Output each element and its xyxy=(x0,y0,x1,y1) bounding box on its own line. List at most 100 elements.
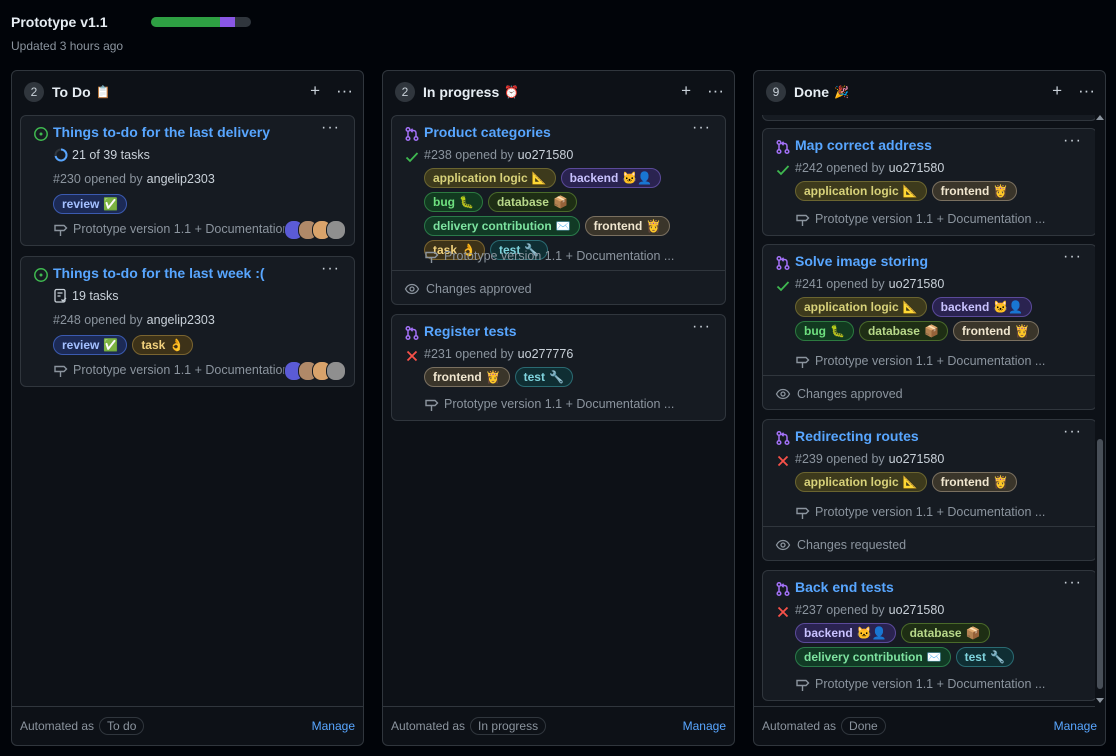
project-card[interactable]: Product categories ··· #238 opened by uo271… xyxy=(391,115,726,305)
milestone-icon xyxy=(796,507,810,519)
card-title-link[interactable]: Product categories xyxy=(424,124,551,140)
card-menu-icon[interactable]: ··· xyxy=(321,260,340,278)
author-link[interactable]: angelip2303 xyxy=(147,172,215,186)
author-link[interactable]: uo271580 xyxy=(518,148,574,162)
milestone-link[interactable]: Prototype version 1.1 + Documentation ..… xyxy=(424,248,674,264)
project-card[interactable]: Solve image storing ··· #241 opened by uo27… xyxy=(762,244,1097,410)
label-frontend[interactable]: frontend 👸 xyxy=(584,216,671,236)
label-review[interactable]: review ✅ xyxy=(53,335,128,355)
project-card[interactable]: Things to-do for the last week :(··· 19 t… xyxy=(20,256,355,387)
label-application-logic[interactable]: application logic 📐 xyxy=(795,472,927,492)
card-title-link[interactable]: Things to-do for the last delivery xyxy=(53,124,270,140)
author-link[interactable]: uo271580 xyxy=(889,452,945,466)
label-test[interactable]: test 🔧 xyxy=(514,367,573,387)
milestone-link[interactable]: Prototype version 1.1 + Documentation ..… xyxy=(795,353,1045,369)
column-footer: Automated as Done Manage xyxy=(754,706,1105,745)
milestone-link[interactable]: Prototype version 1.1 + Documentation ..… xyxy=(795,504,1045,520)
label-emoji: 👸 xyxy=(1014,324,1030,338)
milestone-link[interactable]: Prototype version 1.1 + Documentation xyxy=(53,221,289,237)
card-title-link[interactable]: Solve image storing xyxy=(795,253,928,269)
label-text: backend xyxy=(940,300,990,314)
author-link[interactable]: uo271580 xyxy=(889,161,945,175)
more-options-icon[interactable]: ··· xyxy=(707,82,724,100)
label-emoji: 👸 xyxy=(993,475,1009,489)
column-scrollbar[interactable] xyxy=(1095,111,1105,707)
opened-by: #239 opened by uo271580 xyxy=(795,452,944,466)
author-link[interactable]: uo271580 xyxy=(889,277,945,291)
label-review[interactable]: review ✅ xyxy=(53,194,128,214)
scroll-down-arrow[interactable] xyxy=(1096,698,1104,703)
author-link[interactable]: angelip2303 xyxy=(147,313,215,327)
label-database[interactable]: database 📦 xyxy=(487,192,577,212)
manage-automation-link[interactable]: Manage xyxy=(1054,719,1097,733)
label-backend[interactable]: backend 🐱‍👤 xyxy=(560,168,662,188)
card-menu-icon[interactable]: ··· xyxy=(692,119,711,137)
milestone-link[interactable]: Prototype version 1.1 + Documentation ..… xyxy=(795,676,1045,692)
manage-automation-link[interactable]: Manage xyxy=(312,719,355,733)
milestone-text: Prototype version 1.1 + Documentation ..… xyxy=(444,397,675,411)
label-application-logic[interactable]: application logic 📐 xyxy=(795,297,927,317)
card-title-link[interactable]: Redirecting routes xyxy=(795,428,919,444)
project-card[interactable]: Things to-do for the last delivery ··· 21 … xyxy=(20,115,355,246)
label-application-logic[interactable]: application logic 📐 xyxy=(424,168,556,188)
scroll-thumb[interactable] xyxy=(1097,439,1103,689)
avatar[interactable] xyxy=(326,361,346,381)
label-test[interactable]: test 🔧 xyxy=(955,647,1014,667)
milestone-link[interactable]: Prototype version 1.1 + Documentation xyxy=(53,362,289,378)
label-emoji: ✉️ xyxy=(926,650,942,664)
milestone-link[interactable]: Prototype version 1.1 + Documentation ..… xyxy=(795,211,1045,227)
add-card-icon[interactable]: + xyxy=(1052,82,1062,100)
project-title[interactable]: Prototype v1.1 xyxy=(11,14,107,30)
label-frontend[interactable]: frontend 👸 xyxy=(931,181,1018,201)
label-frontend[interactable]: frontend 👸 xyxy=(931,472,1018,492)
label-backend[interactable]: backend 🐱‍👤 xyxy=(931,297,1033,317)
assignee-avatars[interactable] xyxy=(284,220,346,240)
label-frontend[interactable]: frontend 👸 xyxy=(424,367,510,387)
project-card[interactable]: Redirecting routes ··· #239 opened by uo271… xyxy=(762,419,1097,561)
label-list: frontend 👸 test 🔧 xyxy=(424,367,717,387)
label-task[interactable]: task 👌 xyxy=(132,335,194,355)
card-title-link[interactable]: Register tests xyxy=(424,323,517,339)
column-footer: Automated as To do Manage xyxy=(12,706,363,745)
add-card-icon[interactable]: + xyxy=(681,82,691,100)
label-text: frontend xyxy=(433,370,482,384)
label-list: backend 🐱‍👤 database 📦 delivery contribution… xyxy=(795,623,1088,667)
label-database[interactable]: database 📦 xyxy=(858,321,948,341)
label-backend[interactable]: backend 🐱‍👤 xyxy=(795,623,896,643)
card-menu-icon[interactable]: ··· xyxy=(692,318,711,336)
card-title-link[interactable]: Back end tests xyxy=(795,579,894,595)
scroll-up-arrow[interactable] xyxy=(1096,115,1104,120)
label-database[interactable]: database 📦 xyxy=(900,623,990,643)
project-card[interactable]: Back end tests ··· #237 opened by uo271580 b… xyxy=(762,570,1097,701)
label-text: database xyxy=(909,626,962,640)
progress-in-progress-segment xyxy=(220,17,235,27)
project-card[interactable]: Map correct address ··· #242 opened by uo27… xyxy=(762,128,1097,236)
card-title-link[interactable]: Map correct address xyxy=(795,137,932,153)
label-frontend[interactable]: frontend 👸 xyxy=(952,321,1039,341)
column-count-badge: 2 xyxy=(395,82,415,102)
card-menu-icon[interactable]: ··· xyxy=(1063,132,1082,150)
card-menu-icon[interactable]: ··· xyxy=(1063,574,1082,592)
assignee-avatars[interactable] xyxy=(284,361,346,381)
project-card[interactable]: Register tests ··· #231 opened by uo277776 f… xyxy=(391,314,726,421)
add-card-icon[interactable]: + xyxy=(310,82,320,100)
label-bug[interactable]: bug 🐛 xyxy=(424,192,483,212)
issue-number: #237 opened by xyxy=(795,603,885,617)
more-options-icon[interactable]: ··· xyxy=(336,82,353,100)
milestone-link[interactable]: Prototype version 1.1 + Documentation ..… xyxy=(424,396,674,412)
avatar[interactable] xyxy=(326,220,346,240)
label-bug[interactable]: bug 🐛 xyxy=(795,321,854,341)
manage-automation-link[interactable]: Manage xyxy=(683,719,726,733)
column-header: 2 In progress ⏰ + ··· xyxy=(383,71,734,113)
author-link[interactable]: uo271580 xyxy=(889,603,945,617)
card-menu-icon[interactable]: ··· xyxy=(1063,423,1082,441)
card-menu-icon[interactable]: ··· xyxy=(321,119,340,137)
card-title-link[interactable]: Things to-do for the last week :( xyxy=(53,265,265,281)
label-application-logic[interactable]: application logic 📐 xyxy=(795,181,927,201)
label-delivery-contribution[interactable]: delivery contribution ✉️ xyxy=(424,216,580,236)
more-options-icon[interactable]: ··· xyxy=(1078,82,1095,100)
author-link[interactable]: uo277776 xyxy=(518,347,574,361)
column-footer: Automated as In progress Manage xyxy=(383,706,734,745)
card-menu-icon[interactable]: ··· xyxy=(1063,248,1082,266)
label-delivery-contribution[interactable]: delivery contribution ✉️ xyxy=(795,647,951,667)
